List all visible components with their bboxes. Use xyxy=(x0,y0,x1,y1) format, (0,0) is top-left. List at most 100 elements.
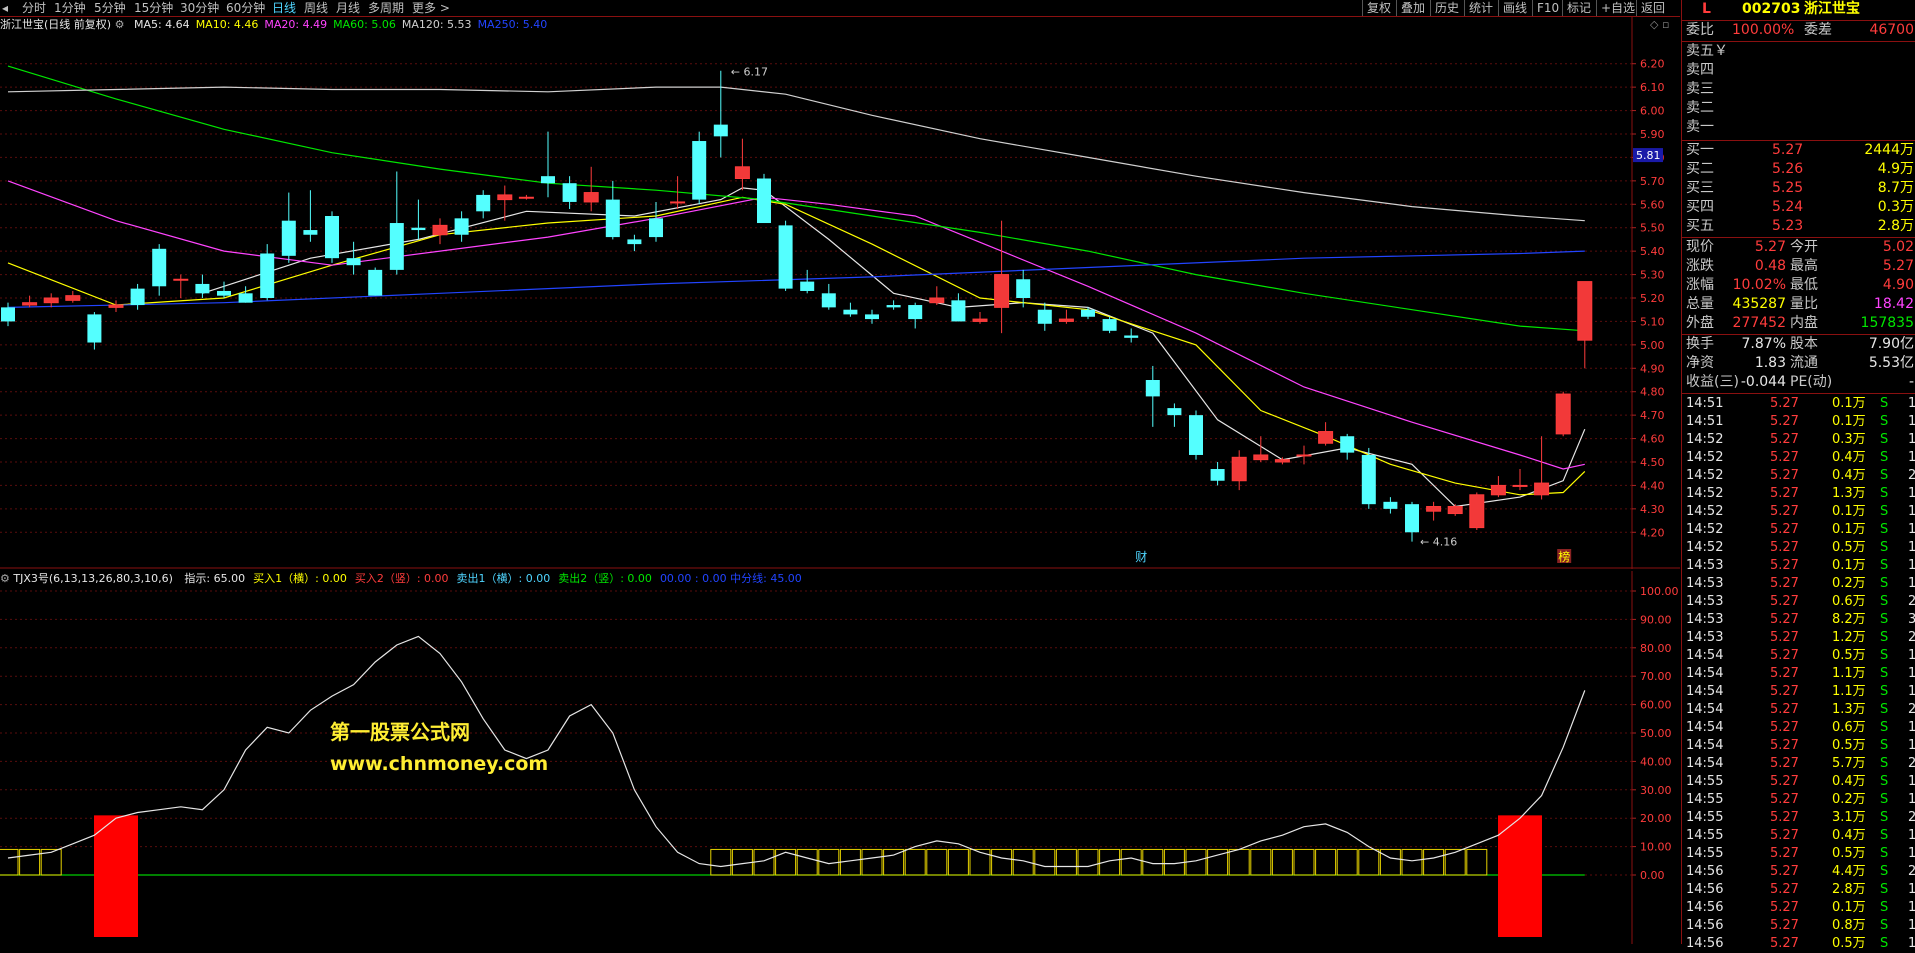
tick-count: 1 xyxy=(1908,774,1915,789)
buy-signal-box xyxy=(710,848,732,876)
buy-signal-box xyxy=(1293,848,1315,876)
tick-count: 2 xyxy=(1908,594,1915,609)
period-tab[interactable]: 日线 xyxy=(272,0,296,16)
sell-label: 卖一 xyxy=(1686,119,1714,135)
tick-price: 5.27 xyxy=(1770,756,1799,771)
candle-body xyxy=(130,288,145,306)
candle-body xyxy=(1189,415,1203,455)
candle xyxy=(1361,447,1376,509)
buy-price: 5.27 xyxy=(1772,142,1804,158)
kline-chart[interactable]: 6.206.106.005.905.805.705.605.505.405.30… xyxy=(0,17,1680,569)
tool-button[interactable]: +自选 xyxy=(1596,0,1639,16)
period-tab[interactable]: 周线 xyxy=(304,0,328,16)
indicator-chart[interactable]: 100.00 90.00 80.00 70.00 60.00 50.00 40.00 30.0… xyxy=(0,571,1680,944)
stat-row: 总量 435287 量比 18.42 xyxy=(1686,295,1914,314)
buy-signal-box xyxy=(969,848,991,876)
buy-price: 5.24 xyxy=(1772,199,1804,215)
tick-row: 14:55 5.27 0.4万 S 1 xyxy=(1684,773,1915,791)
tick-price: 5.27 xyxy=(1770,558,1799,573)
buy-signal-box xyxy=(796,848,818,876)
tick-price: 5.27 xyxy=(1770,576,1799,591)
tool-button[interactable]: 统计 xyxy=(1464,0,1497,16)
buy-row: 买一 5.27 2444万 xyxy=(1686,141,1914,160)
candle xyxy=(605,180,620,240)
tick-price: 5.27 xyxy=(1770,774,1799,789)
indicator-icon[interactable]: ⚙ xyxy=(0,572,10,585)
price-tick-label: 5.90 xyxy=(1640,128,1665,141)
tool-button[interactable]: 历史 xyxy=(1430,0,1463,16)
indicator-legend-item: 买入2（竖）: 0.00 xyxy=(354,572,449,585)
candle-body xyxy=(260,253,275,298)
candle xyxy=(1426,501,1442,521)
tick-row: 14:54 5.27 1.1万 S 1 xyxy=(1684,665,1915,683)
indicator-legend-items: 指示: 65.00 买入1（横）: 0.00 买入2（竖）: 0.00 卖出1（横）:… xyxy=(176,572,801,585)
settings-icon[interactable]: ⚙ xyxy=(115,18,125,31)
candle-body xyxy=(908,305,923,320)
stat2-label: 流通 xyxy=(1790,355,1818,371)
candle-body xyxy=(1210,469,1225,481)
candle xyxy=(778,220,793,291)
indicator-legend-item: 卖出1（横）: 0.00 xyxy=(456,572,551,585)
tick-count: 1 xyxy=(1908,666,1915,681)
tick-row: 14:53 5.27 0.1万 S 1 xyxy=(1684,557,1915,575)
buy-volume: 4.9万 xyxy=(1877,161,1914,177)
period-tab[interactable]: 分时 xyxy=(22,0,46,16)
tick-side: S xyxy=(1880,432,1889,447)
tool-button[interactable]: 标记 xyxy=(1562,0,1595,16)
buy-volume: 2444万 xyxy=(1864,142,1914,158)
tick-count: 1 xyxy=(1908,432,1915,447)
tick-side: S xyxy=(1880,450,1889,465)
period-tab[interactable]: 5分钟 xyxy=(94,0,126,16)
tool-button[interactable]: 复权 xyxy=(1362,0,1395,16)
stat2-row: 净资 1.83 流通 5.53亿 xyxy=(1686,354,1914,373)
tick-count: 1 xyxy=(1908,900,1915,915)
period-tab[interactable]: 更多 > xyxy=(412,0,450,16)
candle-body xyxy=(1016,279,1031,298)
candle-body-fill xyxy=(65,295,80,301)
period-tab[interactable]: 月线 xyxy=(336,0,360,16)
period-tab[interactable]: 60分钟 xyxy=(226,0,265,16)
candle xyxy=(1231,450,1247,491)
tick-price: 5.27 xyxy=(1770,900,1799,915)
tick-count: 1 xyxy=(1908,522,1915,537)
tick-price: 5.27 xyxy=(1770,846,1799,861)
price-tick-label: 5.50 xyxy=(1640,222,1665,235)
collapse-icon[interactable]: ◂ xyxy=(2,0,8,16)
candle xyxy=(649,201,663,242)
tick-side: S xyxy=(1880,558,1889,573)
stock-code: 002703 xyxy=(1742,1,1801,17)
tick-price: 5.27 xyxy=(1770,864,1799,879)
tick-volume: 3.1万 xyxy=(1832,810,1866,825)
tick-side: S xyxy=(1880,522,1889,537)
chart-corner-icons[interactable]: ◇ ▫ xyxy=(1650,18,1669,32)
stat2-label: 换手 xyxy=(1686,336,1714,352)
tick-row: 14:54 5.27 0.5万 S 1 xyxy=(1684,647,1915,665)
period-tab[interactable]: 15分钟 xyxy=(134,0,173,16)
ma-legend-item: MA10: 4.46 xyxy=(195,18,259,31)
tick-row: 14:56 5.27 0.1万 S 1 xyxy=(1684,899,1915,917)
low-annotation: ← 4.16 xyxy=(1420,536,1457,549)
tool-button[interactable]: F10 xyxy=(1532,0,1563,16)
tick-row: 14:53 5.27 1.2万 S 2 xyxy=(1684,629,1915,647)
price-tick-label: 5.60 xyxy=(1640,198,1665,211)
candle-body xyxy=(1037,309,1052,324)
buy-signal-box xyxy=(1250,848,1272,876)
tick-volume: 0.2万 xyxy=(1832,576,1866,591)
tick-price: 5.27 xyxy=(1770,486,1799,501)
period-tab[interactable]: 多周期 xyxy=(368,0,404,16)
tick-price: 5.27 xyxy=(1770,684,1799,699)
tick-time: 14:52 xyxy=(1686,468,1724,483)
candle-body-fill xyxy=(1253,454,1268,460)
tool-button[interactable]: 叠加 xyxy=(1396,0,1429,16)
buy-signal-box xyxy=(1444,848,1466,876)
period-tab[interactable]: 30分钟 xyxy=(180,0,219,16)
tick-row: 14:54 5.27 5.7万 S 2 xyxy=(1684,755,1915,773)
tool-button[interactable]: 画线 xyxy=(1498,0,1531,16)
tick-volume: 1.1万 xyxy=(1832,666,1866,681)
period-tab[interactable]: 1分钟 xyxy=(54,0,86,16)
tick-side: S xyxy=(1880,774,1889,789)
stat2-label: 收益(三) xyxy=(1686,374,1739,390)
candle xyxy=(541,131,555,198)
candle-body-fill xyxy=(173,279,188,281)
tool-button[interactable]: 返回 xyxy=(1636,0,1669,16)
